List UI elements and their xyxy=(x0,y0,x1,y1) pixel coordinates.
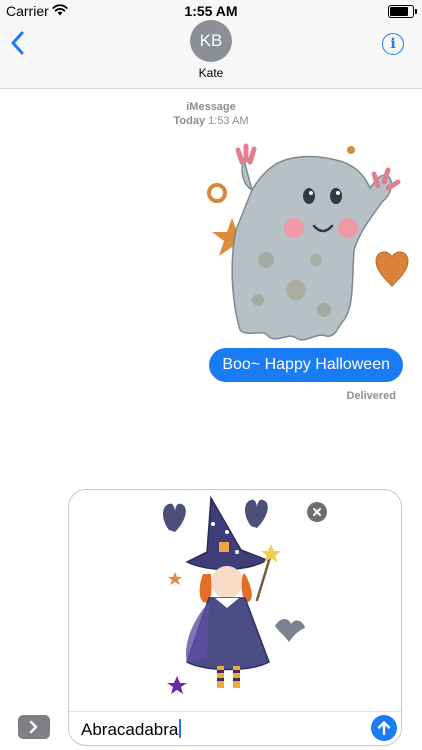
grey-bat xyxy=(275,619,305,642)
expand-apps-button[interactable] xyxy=(18,715,50,739)
small-orange-star xyxy=(168,572,182,585)
text-caret xyxy=(179,719,182,738)
timestamp-day: Today xyxy=(173,115,206,127)
witch-leg-left xyxy=(217,666,224,688)
expand-arrow-icon xyxy=(29,720,38,734)
candy-dot xyxy=(347,146,355,154)
composer-divider xyxy=(69,711,401,712)
witch-face xyxy=(211,566,243,598)
message-text: Boo~ Happy Halloween xyxy=(222,356,390,373)
status-time: 1:55 AM xyxy=(184,3,238,19)
avatar[interactable]: KB xyxy=(190,20,232,62)
info-button[interactable]: i xyxy=(382,33,404,55)
delivery-status: Delivered xyxy=(346,390,396,402)
message-bubble[interactable]: Boo~ Happy Halloween xyxy=(209,348,414,383)
remove-sticker-button[interactable] xyxy=(307,502,327,522)
back-chevron-icon xyxy=(11,31,24,55)
battery-nub xyxy=(415,9,417,14)
ghost-sticker[interactable] xyxy=(196,140,416,350)
timestamp-time: 1:53 AM xyxy=(208,115,249,127)
send-button[interactable] xyxy=(371,715,397,741)
remove-x-icon xyxy=(313,508,321,516)
battery-icon xyxy=(388,5,417,18)
bubble-tail-mask xyxy=(403,367,414,383)
purple-star xyxy=(167,676,187,694)
ghost-left-cheek xyxy=(284,218,304,238)
message-timestamp: Today 1:53 AM xyxy=(0,115,422,127)
witch-leg-right xyxy=(233,666,240,688)
ghost-right-cheek xyxy=(338,218,358,238)
info-icon: i xyxy=(390,36,396,52)
message-composer[interactable]: Abracadabra xyxy=(68,489,402,746)
ghost-left-eye xyxy=(303,188,315,204)
purple-heart-right xyxy=(245,499,268,528)
message-input[interactable]: Abracadabra xyxy=(81,719,182,740)
witch-sticker[interactable] xyxy=(147,490,337,704)
candy-ring xyxy=(207,183,227,203)
send-arrow-icon xyxy=(377,721,391,736)
ghost-right-eye xyxy=(330,188,342,204)
contact-name[interactable]: Kate xyxy=(0,66,422,80)
witch-cape xyxy=(185,602,209,662)
service-label: iMessage xyxy=(186,101,236,113)
message-input-text: Abracadabra xyxy=(81,720,179,739)
status-bar: Carrier 1:55 AM xyxy=(0,0,422,22)
ghost-body xyxy=(231,155,393,341)
back-button[interactable] xyxy=(10,31,24,60)
battery-level xyxy=(390,7,408,16)
purple-heart-left xyxy=(163,503,186,532)
ghost-left-hand xyxy=(235,143,257,165)
orange-heart xyxy=(375,251,409,287)
